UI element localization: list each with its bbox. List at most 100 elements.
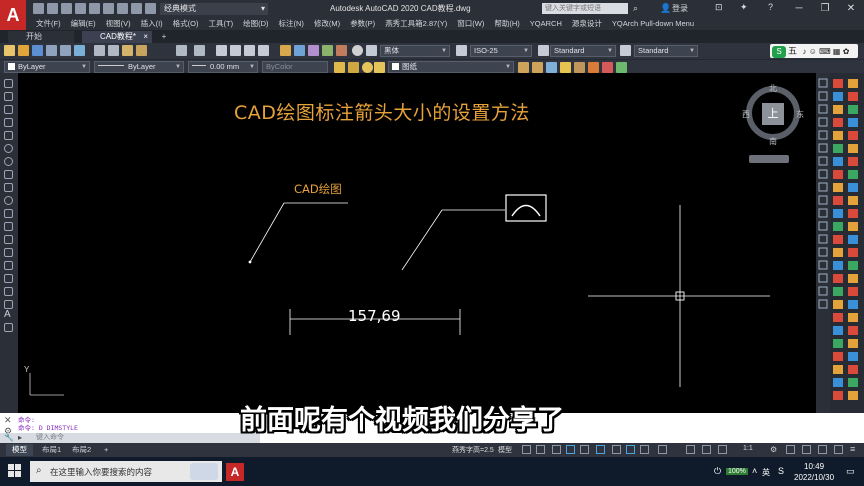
cut-icon[interactable] bbox=[94, 45, 105, 56]
clean-screen-icon[interactable] bbox=[834, 445, 843, 454]
pan-icon[interactable] bbox=[216, 45, 227, 56]
recent-commands-icon[interactable]: ▸ bbox=[18, 433, 22, 443]
auto-scale-icon[interactable] bbox=[702, 445, 711, 454]
model-space-toggle[interactable]: 模型 bbox=[498, 445, 512, 455]
color-dropdown[interactable]: ByLayer ▼ bbox=[4, 61, 90, 73]
hardware-acceleration-icon[interactable] bbox=[818, 445, 827, 454]
close-icon[interactable]: ✕ bbox=[4, 415, 12, 426]
dimension-style-dropdown[interactable]: ISO-25 ▼ bbox=[470, 45, 532, 57]
drawing-canvas[interactable]: CAD绘图标注箭头大小的设置方法 CAD绘图 157,69 Y 上 北 南 东 … bbox=[18, 73, 816, 413]
revision-cloud-icon[interactable] bbox=[4, 170, 13, 179]
search-input[interactable]: 键入关键字或短语 bbox=[542, 3, 628, 14]
battery-indicator[interactable]: 100% bbox=[726, 468, 748, 475]
polyline-icon[interactable] bbox=[4, 105, 13, 114]
font-dropdown[interactable]: 黑体 ▼ bbox=[380, 45, 450, 57]
sun-icon[interactable] bbox=[374, 62, 385, 73]
close-icon[interactable]: × bbox=[143, 31, 148, 43]
help-icon[interactable] bbox=[352, 45, 363, 56]
arc-icon[interactable] bbox=[4, 144, 13, 153]
multileader-style-icon[interactable] bbox=[620, 45, 631, 56]
region-icon[interactable] bbox=[4, 287, 13, 296]
wrench-icon[interactable]: 🔧 bbox=[4, 433, 14, 443]
isolate-objects-icon[interactable] bbox=[802, 445, 811, 454]
lineweight-dropdown[interactable]: 0.00 mm ▼ bbox=[188, 61, 258, 73]
ime-toolbar[interactable]: S五 ♪ ☺ ⌨ ▦ ✿ ▤ bbox=[770, 44, 858, 71]
open-web-icon[interactable] bbox=[89, 3, 100, 14]
circle-icon[interactable] bbox=[4, 157, 13, 166]
wcs-menu[interactable] bbox=[749, 155, 789, 163]
gear-icon[interactable]: ⚙ bbox=[770, 445, 779, 454]
text-height-status[interactable]: 燕秀字高=2.5 bbox=[452, 445, 494, 455]
help-icon[interactable]: ? bbox=[768, 2, 773, 12]
add-selected-icon[interactable] bbox=[4, 323, 13, 332]
table-style-icon[interactable] bbox=[538, 45, 549, 56]
ortho-icon[interactable] bbox=[552, 445, 561, 454]
chevron-up-icon[interactable]: ˄ bbox=[752, 466, 757, 476]
layer-off-icon[interactable] bbox=[574, 62, 585, 73]
lightbulb-icon[interactable] bbox=[362, 62, 373, 73]
tool-palettes-icon[interactable] bbox=[308, 45, 319, 56]
dim-style-icon[interactable] bbox=[456, 45, 467, 56]
snap-icon[interactable] bbox=[536, 445, 545, 454]
menu-item[interactable]: 标注(N) bbox=[279, 18, 304, 29]
compass-west[interactable]: 西 bbox=[742, 109, 750, 120]
save-as-icon[interactable] bbox=[75, 3, 86, 14]
selection-cycling-icon[interactable] bbox=[658, 445, 667, 454]
viewcube-face-top[interactable]: 上 bbox=[762, 103, 784, 125]
rectangle-icon[interactable] bbox=[4, 131, 13, 140]
search-icon[interactable]: ⌕ bbox=[633, 3, 638, 14]
zoom-realtime-icon[interactable] bbox=[230, 45, 241, 56]
menu-item[interactable]: YQARCH bbox=[530, 19, 562, 28]
isodraft-icon[interactable] bbox=[580, 445, 589, 454]
make-block-icon[interactable] bbox=[4, 235, 13, 244]
taskbar-search-box[interactable]: ⌕ 在这里输入你要搜索的内容 bbox=[30, 461, 222, 482]
layer-lock-icon[interactable] bbox=[602, 62, 613, 73]
input-language-indicator[interactable]: 英 bbox=[762, 467, 770, 478]
properties-icon[interactable] bbox=[280, 45, 291, 56]
menu-item[interactable]: 格式(O) bbox=[173, 18, 199, 29]
point-icon[interactable] bbox=[4, 248, 13, 257]
layer-dropdown[interactable]: 图纸 ▼ bbox=[388, 61, 514, 73]
autocad-taskbar-icon[interactable]: A bbox=[226, 463, 244, 481]
redo-icon[interactable] bbox=[194, 45, 205, 56]
autocad-logo-icon[interactable]: A bbox=[0, 0, 26, 30]
text-style-dropdown[interactable]: Standard ▼ bbox=[550, 45, 616, 57]
layer-properties-icon[interactable] bbox=[334, 62, 345, 73]
undo-icon[interactable] bbox=[176, 45, 187, 56]
workspace-dropdown[interactable]: 经典模式 ▾ bbox=[160, 3, 268, 15]
ellipse-arc-icon[interactable] bbox=[4, 209, 13, 218]
menu-item[interactable]: 帮助(H) bbox=[494, 18, 519, 29]
plot-icon[interactable] bbox=[117, 3, 128, 14]
make-current-layer-icon[interactable] bbox=[518, 62, 529, 73]
login-link[interactable]: 登录 bbox=[672, 3, 688, 14]
zoom-previous-icon[interactable] bbox=[258, 45, 269, 56]
layer-unlock-icon[interactable] bbox=[616, 62, 627, 73]
transparency-icon[interactable] bbox=[640, 445, 649, 454]
annotation-visibility-icon[interactable] bbox=[686, 445, 695, 454]
object-snap-tracking-icon[interactable] bbox=[596, 445, 605, 454]
insert-block-icon[interactable] bbox=[4, 222, 13, 231]
add-layout-button[interactable]: + bbox=[98, 444, 114, 456]
windows-start-icon[interactable] bbox=[8, 464, 22, 478]
mtext-icon[interactable]: A bbox=[4, 309, 11, 320]
undo-icon[interactable] bbox=[131, 3, 142, 14]
menu-item[interactable]: 源泉设计 bbox=[572, 18, 602, 29]
polygon-icon[interactable] bbox=[4, 118, 13, 127]
cart-icon[interactable]: ⊡ bbox=[715, 2, 723, 13]
open-icon[interactable] bbox=[18, 45, 29, 56]
menu-item[interactable]: YQArch Pull-down Menu bbox=[612, 19, 694, 28]
match-properties-icon[interactable] bbox=[136, 45, 147, 56]
menu-item[interactable]: 绘图(D) bbox=[243, 18, 268, 29]
save-web-icon[interactable] bbox=[103, 3, 114, 14]
clock-date[interactable]: 2022/10/30 bbox=[794, 473, 834, 482]
lineweight-icon[interactable] bbox=[626, 445, 635, 454]
autodesk-app-icon[interactable]: ✦ bbox=[740, 2, 748, 13]
preview-icon[interactable] bbox=[60, 45, 71, 56]
customization-menu-icon[interactable]: ≡ bbox=[850, 445, 859, 454]
compass-north[interactable]: 北 bbox=[769, 83, 777, 94]
menu-item[interactable]: 修改(M) bbox=[314, 18, 340, 29]
grid-icon[interactable] bbox=[522, 445, 531, 454]
tab-layout1[interactable]: 布局1 bbox=[36, 444, 67, 456]
menu-item[interactable]: 工具(T) bbox=[209, 18, 234, 29]
clock-time[interactable]: 10:49 bbox=[804, 462, 824, 471]
